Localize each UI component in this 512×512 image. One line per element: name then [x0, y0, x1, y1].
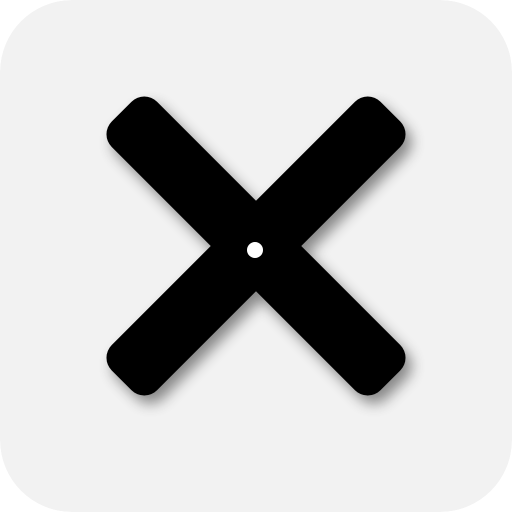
- app-icon[interactable]: [0, 0, 512, 512]
- close-x-icon: [0, 0, 512, 512]
- center-dot: [247, 242, 263, 258]
